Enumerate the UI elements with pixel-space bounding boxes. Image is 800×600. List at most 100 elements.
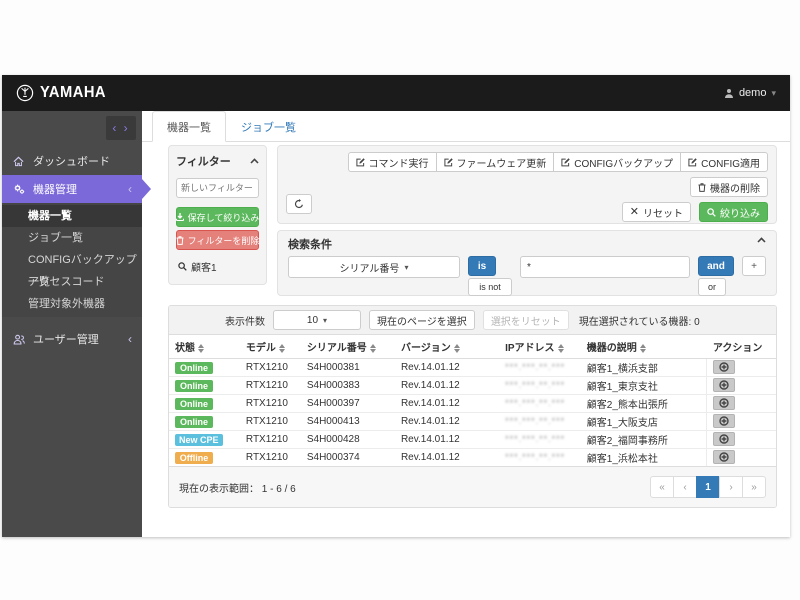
gears-icon: [12, 183, 25, 195]
config-backup-button[interactable]: CONFIGバックアップ: [553, 152, 681, 172]
pagination-first-button[interactable]: «: [650, 476, 674, 498]
row-actions-button[interactable]: [713, 378, 735, 392]
saved-filter-link[interactable]: 顧客1: [176, 259, 259, 274]
filter-apply-button[interactable]: 絞り込み: [699, 202, 768, 222]
device-actions-panel: コマンド実行 ファームウェア更新 CONFIGバックアップ CONFI: [277, 145, 777, 224]
selected-count-label: 現在選択されている機器: 0: [579, 313, 700, 328]
version-cell: Rev.14.01.12: [395, 413, 499, 431]
home-icon: [12, 156, 25, 167]
table-header-row: 状態 モデル シリアル番号 バージョン IPアドレス 機器の説明 アクション: [169, 335, 776, 359]
serial-cell: S4H000413: [301, 413, 395, 431]
row-actions-button[interactable]: [713, 396, 735, 410]
edit-square-icon: [561, 158, 570, 167]
ip-address-redacted: ***.***.**.***: [505, 452, 565, 462]
delete-filter-label: フィルターを削除: [188, 234, 260, 247]
row-actions-button[interactable]: [713, 360, 735, 374]
tab-job-list[interactable]: ジョブ一覧: [226, 111, 311, 142]
config-apply-button[interactable]: CONFIG適用: [680, 152, 768, 172]
table-row[interactable]: OnlineRTX1210S4H000383Rev.14.01.12***.**…: [169, 377, 776, 395]
user-menu[interactable]: demo ▾: [724, 75, 776, 111]
reset-label: リセット: [643, 205, 683, 220]
topbar: YAMAHA demo ▾: [2, 75, 790, 111]
table-row[interactable]: OnlineRTX1210S4H000381Rev.14.01.12***.**…: [169, 359, 776, 377]
display-range-label: 現在の表示範囲： 1 - 6 / 6: [179, 480, 296, 495]
serial-cell: S4H000428: [301, 431, 395, 449]
ip-address-redacted: ***.***.**.***: [505, 434, 565, 444]
pagination-next-button[interactable]: ›: [719, 476, 743, 498]
column-header-version[interactable]: バージョン: [395, 335, 499, 359]
filter-panel: フィルター 保存して絞り込み フィルターを削除: [168, 145, 267, 285]
page-size-label: 表示件数: [225, 313, 265, 328]
sidebar-nav: ダッシュボード 機器管理 ‹ 機器一覧 ジョブ一覧 CONFIGバックアップ一覧…: [2, 147, 142, 353]
plus-circle-icon: [719, 380, 729, 390]
trash-icon: [176, 236, 184, 245]
pagination-last-button[interactable]: »: [742, 476, 766, 498]
sort-icon: [454, 344, 460, 353]
reset-button[interactable]: ✕ リセット: [622, 202, 691, 222]
sidebar-item-job-list[interactable]: ジョブ一覧: [2, 227, 142, 249]
pagination-prev-button[interactable]: ‹: [673, 476, 697, 498]
operator-is-button[interactable]: is: [468, 256, 496, 276]
device-table-block: 表示件数 10 ▾ 現在のページを選択 選択をリセット 現在選択されている機器:…: [168, 305, 777, 508]
column-header-model[interactable]: モデル: [240, 335, 301, 359]
caret-down-icon: ▾: [323, 316, 327, 325]
run-command-label: コマンド実行: [369, 155, 429, 170]
caret-down-icon: ▾: [404, 263, 408, 272]
reset-selection-button[interactable]: 選択をリセット: [483, 310, 569, 330]
firmware-update-label: ファームウェア更新: [457, 155, 547, 170]
sidebar-collapse-toggle[interactable]: ‹ ›: [106, 116, 136, 140]
delete-filter-button[interactable]: フィルターを削除: [176, 230, 259, 250]
row-actions-button[interactable]: [713, 432, 735, 446]
column-header-ip[interactable]: IPアドレス: [499, 335, 581, 359]
firmware-update-button[interactable]: ファームウェア更新: [436, 152, 555, 172]
run-command-button[interactable]: コマンド実行: [348, 152, 437, 172]
sort-icon: [198, 344, 204, 353]
column-header-status[interactable]: 状態: [169, 335, 240, 359]
description-cell: 顧客1_横浜支部: [581, 359, 707, 377]
operator-is-not-button[interactable]: is not: [468, 278, 512, 296]
search-field-value: シリアル番号: [340, 260, 400, 275]
table-row[interactable]: OfflineRTX1210S4H000374Rev.14.01.12***.*…: [169, 449, 776, 467]
table-row[interactable]: OnlineRTX1210S4H000413Rev.14.01.12***.**…: [169, 413, 776, 431]
sidebar-item-device-management[interactable]: 機器管理 ‹: [2, 175, 142, 203]
tab-device-list[interactable]: 機器一覧: [152, 111, 226, 142]
edit-square-icon: [356, 158, 365, 167]
new-filter-input[interactable]: [176, 178, 259, 198]
page-size-select[interactable]: 10 ▾: [273, 310, 361, 330]
sidebar-item-user-management[interactable]: ユーザー管理 ‹: [2, 325, 142, 353]
refresh-button[interactable]: [286, 194, 312, 214]
pagination-page-1-button[interactable]: 1: [696, 476, 720, 498]
refresh-icon: [294, 199, 304, 209]
row-actions-button[interactable]: [713, 414, 735, 428]
table-row[interactable]: OnlineRTX1210S4H000397Rev.14.01.12***.**…: [169, 395, 776, 413]
model-cell: RTX1210: [240, 413, 301, 431]
sort-icon: [370, 344, 376, 353]
sidebar-item-unmanaged-devices[interactable]: 管理対象外機器: [2, 293, 142, 315]
join-and-button[interactable]: and: [698, 256, 734, 276]
tab-bar: 機器一覧 ジョブ一覧: [142, 111, 790, 142]
sidebar-item-label: 機器管理: [33, 181, 77, 197]
config-backup-label: CONFIGバックアップ: [574, 155, 673, 170]
join-or-button[interactable]: or: [698, 278, 726, 296]
sidebar-item-device-list[interactable]: 機器一覧: [2, 205, 142, 227]
chevron-up-icon[interactable]: [757, 237, 766, 243]
nav-separator: [2, 317, 142, 325]
save-and-filter-label: 保存して絞り込み: [188, 211, 260, 224]
search-value-input[interactable]: [520, 256, 690, 278]
select-current-page-button[interactable]: 現在のページを選択: [369, 310, 475, 330]
sidebar-item-config-backup-list[interactable]: CONFIGバックアップ一覧: [2, 249, 142, 271]
plus-circle-icon: [719, 362, 729, 372]
chevron-up-icon[interactable]: [250, 158, 259, 164]
column-header-description[interactable]: 機器の説明: [581, 335, 707, 359]
row-actions-button[interactable]: [713, 450, 735, 464]
device-action-button-group: コマンド実行 ファームウェア更新 CONFIGバックアップ CONFI: [348, 152, 768, 172]
sidebar-item-access-code[interactable]: アクセスコード: [2, 271, 142, 293]
ip-address-redacted: ***.***.**.***: [505, 398, 565, 408]
sidebar-item-dashboard[interactable]: ダッシュボード: [2, 147, 142, 175]
save-and-filter-button[interactable]: 保存して絞り込み: [176, 207, 259, 227]
delete-device-button[interactable]: 機器の削除: [690, 177, 768, 197]
table-row[interactable]: New CPERTX1210S4H000428Rev.14.01.12***.*…: [169, 431, 776, 449]
column-header-serial[interactable]: シリアル番号: [301, 335, 395, 359]
add-condition-button[interactable]: +: [742, 256, 766, 276]
search-field-select[interactable]: シリアル番号 ▾: [288, 256, 460, 278]
